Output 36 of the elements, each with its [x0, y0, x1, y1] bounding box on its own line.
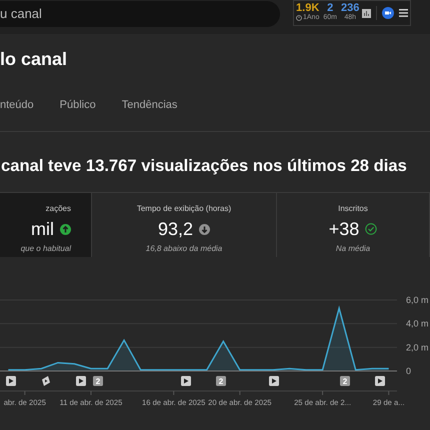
metric-value: +38 — [328, 218, 360, 241]
timer-icon — [296, 15, 302, 21]
y-axis-label: 2,0 m — [406, 342, 429, 352]
metric-card[interactable]: zações mil que o habitual — [0, 193, 92, 257]
metric-title: Inscritos — [338, 203, 368, 215]
metric-note: que o habitual — [20, 243, 71, 255]
arrow-down-icon — [199, 224, 210, 234]
menu-icon[interactable] — [399, 9, 408, 17]
video-marker-icon[interactable] — [6, 376, 16, 386]
check-circle-icon — [365, 223, 378, 235]
y-axis-label: 4,0 m — [406, 318, 429, 329]
metric-note: Na média — [336, 243, 370, 255]
stat-value: 236 — [340, 3, 360, 13]
search-field[interactable]: u canal — [0, 1, 280, 27]
metric-value: 93,2 — [158, 218, 194, 241]
video-marker-icon[interactable] — [269, 376, 279, 386]
shorts-marker-icon[interactable] — [42, 376, 50, 386]
video-marker-icon[interactable] — [375, 376, 385, 386]
video-marker-icon[interactable] — [181, 376, 191, 386]
headline: canal teve 13.767 visualizações nos últimos 28 dias — [1, 155, 407, 177]
tab[interactable]: Tendências — [122, 97, 178, 132]
stat-value: 2 — [327, 3, 334, 13]
camera-icon[interactable] — [382, 7, 394, 19]
y-axis-label: 0 — [406, 366, 412, 376]
metric-value: mil — [31, 218, 54, 241]
metric-title: zações — [46, 203, 71, 215]
metric-note: 16,8 abaixo da média — [146, 243, 222, 255]
bar-chart-icon[interactable] — [362, 8, 372, 18]
page-title: lo canal — [0, 48, 68, 70]
tab[interactable]: Público — [60, 97, 96, 132]
video-marker-icon[interactable] — [76, 376, 86, 386]
tab[interactable]: nteúdo — [0, 97, 34, 132]
y-axis-label: 6,0 m — [406, 295, 429, 305]
arrow-up-icon — [60, 224, 71, 234]
metric-title: Tempo de exibição (horas) — [136, 203, 232, 215]
stat-value: 1.9K — [296, 3, 320, 13]
